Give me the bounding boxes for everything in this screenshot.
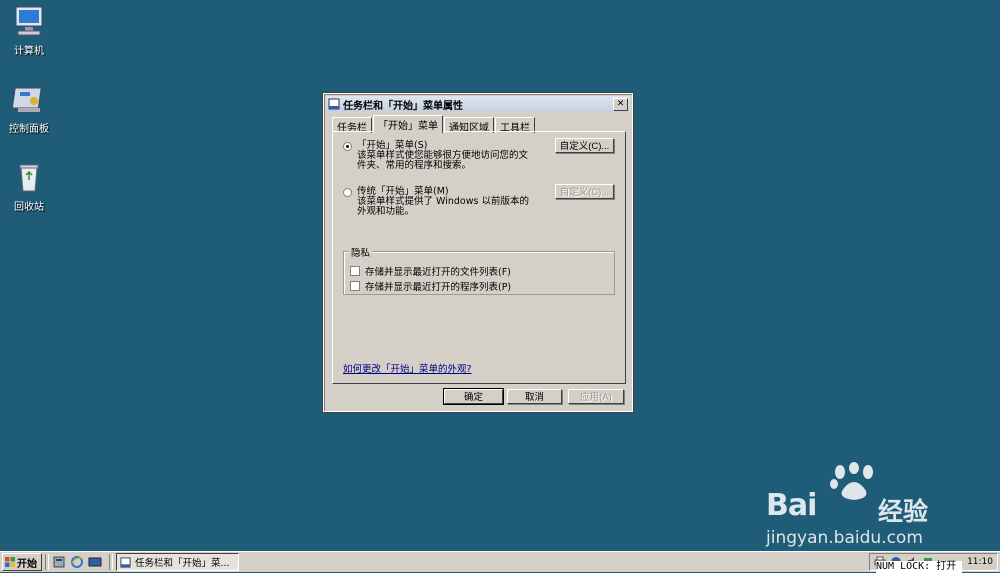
ok-button[interactable]: 确定 — [443, 388, 504, 405]
customize-classic-menu-button: 自定义(C)... — [555, 184, 614, 199]
watermark-brand-cn: 经验 — [878, 497, 929, 526]
taskbar-task-properties[interactable]: 任务栏和「开始」菜... — [116, 553, 239, 571]
close-button[interactable]: ✕ — [613, 97, 628, 111]
apply-button: 应用(A) — [568, 389, 624, 404]
classic-start-menu-radio[interactable] — [343, 188, 352, 197]
privacy-groupbox: 隐私 存储并显示最近打开的文件列表(F) 存储并显示最近打开的程序列表(P) — [343, 245, 615, 295]
desktop-icon-label: 计算机 — [14, 46, 44, 57]
show-desktop-icon[interactable] — [88, 555, 102, 569]
classic-start-menu-option[interactable]: 传统「开始」菜单(M) 该菜单样式提供了 Windows 以前版本的外观和功能。 — [343, 187, 535, 217]
dialog-title: 任务栏和「开始」菜单属性 — [343, 100, 463, 112]
desktop-icon-label: 回收站 — [14, 202, 44, 213]
paw-logo-icon — [830, 462, 873, 500]
customize-start-menu-button[interactable]: 自定义(C)... — [555, 138, 614, 153]
start-menu-option[interactable]: 「开始」菜单(S) 该菜单样式使您能够很方便地访问您的文件夹、常用的程序和搜索。 — [343, 141, 535, 171]
baidu-watermark: Bai 经验 jingyan.baidu.com — [766, 462, 956, 552]
classic-start-menu-description: 该菜单样式提供了 Windows 以前版本的外观和功能。 — [357, 196, 529, 217]
start-button[interactable]: 开始 — [2, 553, 42, 571]
privacy-legend: 隐私 — [349, 245, 373, 259]
dialog-titlebar[interactable]: 任务栏和「开始」菜单属性 ✕ — [326, 96, 630, 112]
recent-programs-checkbox[interactable]: 存储并显示最近打开的程序列表(P) — [350, 279, 511, 293]
taskbar-separator — [109, 554, 113, 570]
server-manager-icon[interactable] — [52, 555, 66, 569]
watermark-url: jingyan.baidu.com — [766, 528, 923, 548]
windows-flag-icon — [5, 557, 15, 567]
watermark-brand: Bai — [766, 488, 817, 523]
computer-icon — [15, 6, 43, 36]
start-menu-description: 该菜单样式使您能够很方便地访问您的文件夹、常用的程序和搜索。 — [357, 150, 529, 171]
taskbar-properties-icon — [120, 556, 131, 568]
taskbar: 开始 任务栏和「开始」菜... 11:10 — [0, 551, 1000, 572]
internet-explorer-icon[interactable] — [70, 555, 84, 569]
start-label: 开始 — [17, 558, 37, 570]
start-menu-help-link[interactable]: 如何更改「开始」菜单的外观? — [343, 361, 472, 375]
checkbox-box[interactable] — [350, 266, 360, 276]
start-menu-tab-panel: 「开始」菜单(S) 该菜单样式使您能够很方便地访问您的文件夹、常用的程序和搜索。… — [332, 131, 626, 384]
recycle-bin-icon — [19, 164, 39, 192]
taskbar-separator — [45, 554, 49, 570]
tab-start-menu[interactable]: 「开始」菜单 — [373, 115, 443, 133]
task-label: 任务栏和「开始」菜... — [135, 558, 230, 569]
desktop-icon-recycle-bin[interactable]: 回收站 — [0, 160, 64, 213]
cancel-button[interactable]: 取消 — [507, 389, 562, 404]
control-panel-icon — [12, 87, 42, 112]
recent-programs-label: 存储并显示最近打开的程序列表(P) — [365, 282, 512, 293]
clock[interactable]: 11:10 — [967, 557, 993, 567]
recent-files-checkbox[interactable]: 存储并显示最近打开的文件列表(F) — [350, 264, 511, 278]
start-menu-radio[interactable] — [343, 142, 352, 151]
desktop-icon-label: 控制面板 — [9, 124, 49, 135]
desktop-icon-computer[interactable]: 计算机 — [0, 4, 64, 57]
close-icon: ✕ — [616, 98, 625, 109]
num-lock-indicator: NUM LOCK: 打开 — [876, 561, 962, 573]
taskbar-properties-icon — [328, 98, 340, 110]
checkbox-box[interactable] — [350, 281, 360, 291]
recent-files-label: 存储并显示最近打开的文件列表(F) — [365, 267, 511, 278]
desktop-icon-control-panel[interactable]: 控制面板 — [0, 82, 64, 135]
taskbar-start-menu-properties-dialog: 任务栏和「开始」菜单属性 ✕ 任务栏 「开始」菜单 通知区域 工具栏 「开始」菜… — [322, 92, 634, 413]
